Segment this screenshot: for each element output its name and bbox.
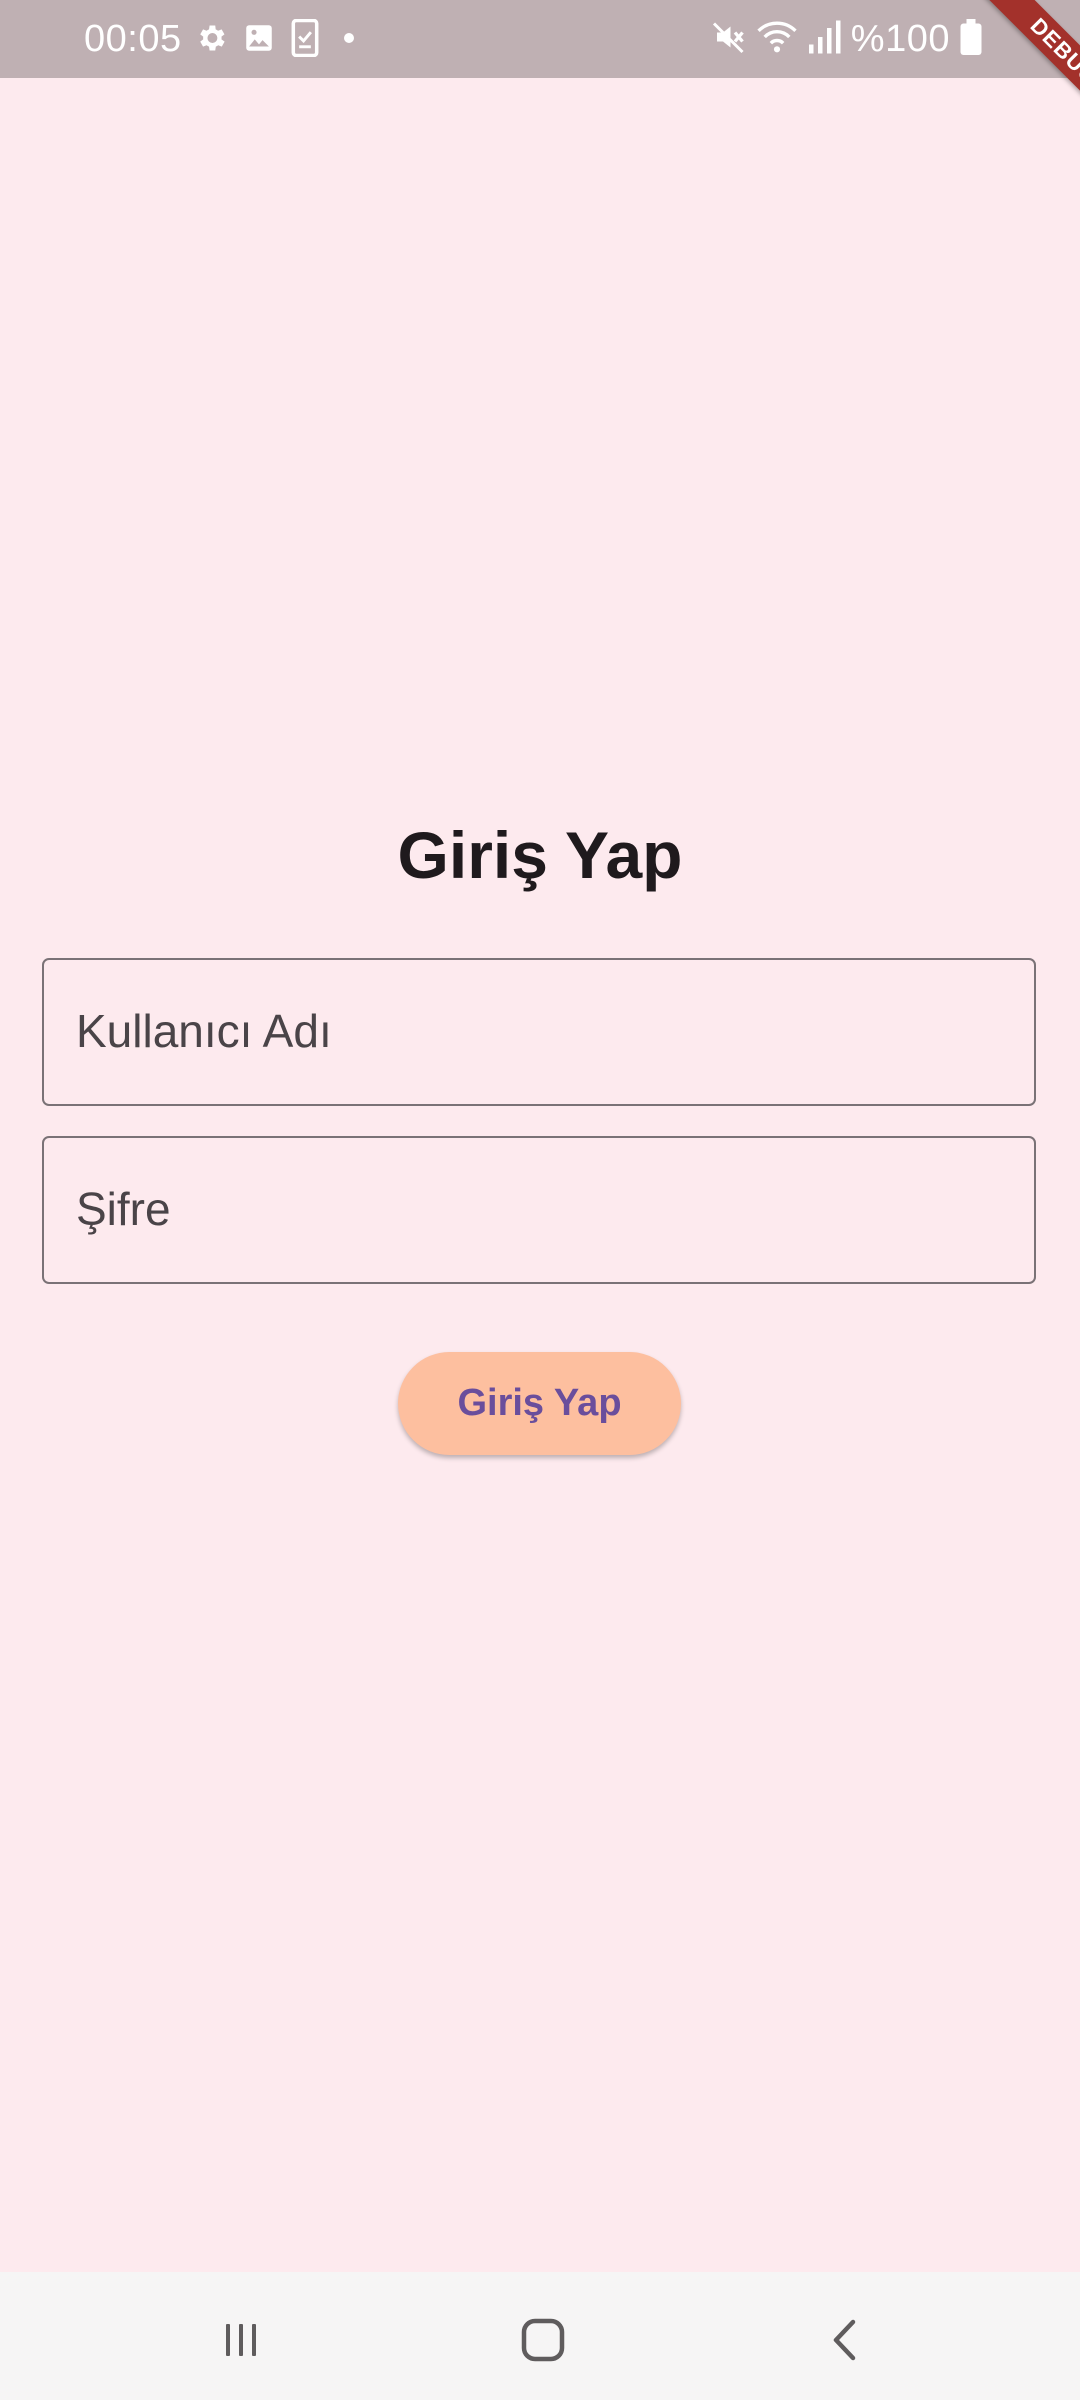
phone-check-icon <box>290 18 320 62</box>
navigation-bar <box>0 2272 1080 2400</box>
gear-icon <box>194 21 228 60</box>
username-field[interactable]: Kullanıcı Adı <box>42 958 1036 1106</box>
home-icon[interactable] <box>503 2300 583 2380</box>
signal-icon <box>807 19 841 60</box>
battery-icon <box>960 18 982 60</box>
status-time: 00:05 <box>84 18 182 60</box>
wifi-icon <box>757 19 797 60</box>
password-field[interactable]: Şifre <box>42 1136 1036 1284</box>
password-placeholder: Şifre <box>76 1183 171 1235</box>
page-title: Giriş Yap <box>397 818 683 892</box>
recents-icon[interactable] <box>201 2300 281 2380</box>
status-bar: 00:05 %100 <box>0 0 1080 78</box>
image-icon <box>242 21 276 60</box>
dot-icon <box>334 23 364 58</box>
status-right-icons: %100 <box>711 16 982 62</box>
status-left-icons <box>194 18 364 62</box>
battery-percentage: %100 <box>850 18 950 60</box>
mute-icon <box>711 19 747 60</box>
login-button[interactable]: Giriş Yap <box>398 1352 681 1455</box>
username-placeholder: Kullanıcı Adı <box>76 1005 332 1057</box>
back-icon[interactable] <box>805 2300 885 2380</box>
